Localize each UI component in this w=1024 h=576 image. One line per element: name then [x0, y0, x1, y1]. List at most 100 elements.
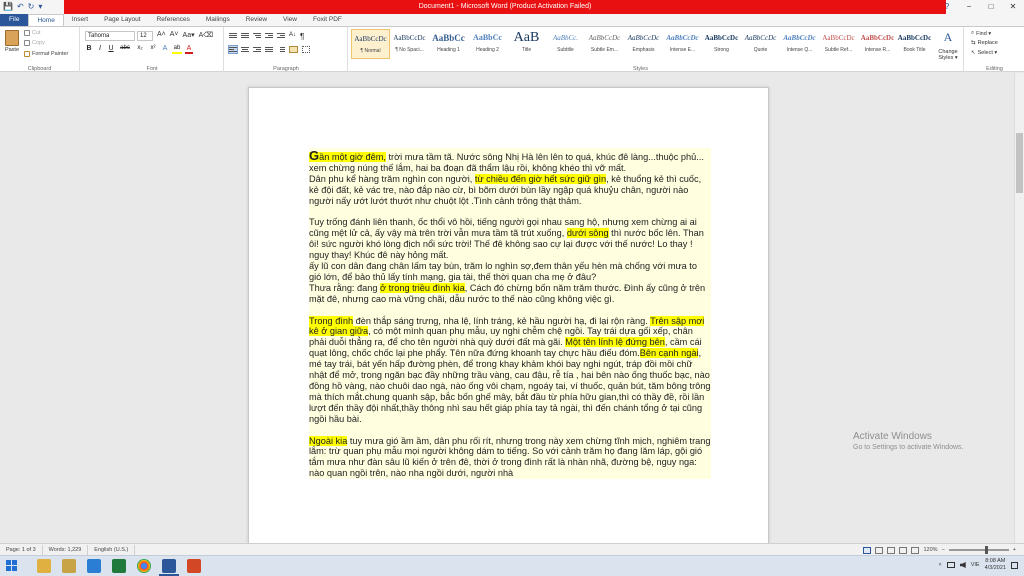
- minimize-button[interactable]: −: [958, 0, 980, 14]
- network-icon[interactable]: [946, 562, 955, 568]
- show-marks-button[interactable]: ¶: [300, 32, 304, 41]
- line-spacing-icon[interactable]: [277, 46, 285, 53]
- bullets-icon[interactable]: [229, 32, 237, 39]
- style-heading-1[interactable]: AaBbCc Heading 1: [429, 29, 468, 59]
- input-language[interactable]: VIE: [971, 562, 980, 568]
- strikethrough-button[interactable]: abc: [118, 45, 132, 54]
- volume-icon[interactable]: [959, 562, 966, 568]
- document-area[interactable]: Gần một giờ đêm, trời mưa tầm tã. Nước s…: [0, 73, 1024, 543]
- clock[interactable]: 8:08 AM 4/3/2021: [985, 558, 1006, 572]
- document-page[interactable]: Gần một giờ đêm, trời mưa tầm tã. Nước s…: [248, 87, 769, 543]
- style-intense-emphasis[interactable]: AaBbCcDc Intense E...: [663, 29, 702, 59]
- powerpoint-icon[interactable]: [187, 559, 201, 573]
- increase-indent-icon[interactable]: [277, 32, 285, 39]
- select-button[interactable]: ↖ Select ▾: [971, 50, 997, 56]
- zoom-slider[interactable]: [948, 546, 1009, 554]
- tab-file[interactable]: File: [0, 14, 29, 26]
- change-case-button[interactable]: Aa▾: [183, 31, 195, 39]
- style-subtitle[interactable]: AaBbCc. Subtitle: [546, 29, 585, 59]
- windows-start-icon[interactable]: [6, 560, 18, 572]
- multilevel-list-icon[interactable]: [253, 32, 261, 39]
- decrease-indent-icon[interactable]: [265, 32, 273, 39]
- text-effects-button[interactable]: A: [161, 45, 169, 54]
- tab-review[interactable]: Review: [238, 14, 275, 26]
- font-size-combo[interactable]: 12: [137, 31, 153, 41]
- align-center-icon[interactable]: [241, 46, 249, 53]
- numbering-icon[interactable]: [241, 32, 249, 39]
- style-intense-reference[interactable]: AaBbCcDc Intense R...: [858, 29, 897, 59]
- superscript-button[interactable]: x²: [148, 45, 158, 54]
- replace-button[interactable]: ⇆ Replace: [971, 40, 998, 46]
- folder-icon[interactable]: [62, 559, 76, 573]
- italic-button[interactable]: I: [96, 45, 104, 54]
- find-button[interactable]: ⌕ Find ▾: [971, 30, 991, 37]
- shading-icon[interactable]: [289, 46, 298, 53]
- close-button[interactable]: ✕: [1002, 0, 1024, 14]
- format-painter-button[interactable]: Format Painter: [24, 51, 68, 57]
- style-emphasis[interactable]: AaBbCcDc Emphasis: [624, 29, 663, 59]
- word-count[interactable]: Words: 1,229: [43, 544, 89, 555]
- clear-formatting-button[interactable]: A⌫: [199, 31, 214, 39]
- file-explorer-icon[interactable]: [37, 559, 51, 573]
- tray-overflow-icon[interactable]: ˄: [938, 562, 941, 568]
- scrollbar-thumb[interactable]: [1016, 133, 1023, 193]
- full-screen-icon[interactable]: [875, 546, 884, 554]
- maximize-button[interactable]: □: [980, 0, 1002, 14]
- style-heading-2[interactable]: AaBbCc Heading 2: [468, 29, 507, 59]
- change-styles-button[interactable]: Change Styles ▾: [934, 49, 962, 61]
- page-count[interactable]: Page: 1 of 3: [0, 544, 43, 555]
- shrink-font-button[interactable]: A˅: [170, 31, 179, 39]
- tab-insert[interactable]: Insert: [64, 14, 96, 26]
- style-title[interactable]: AaB Title: [507, 29, 546, 59]
- help-icon[interactable]: ?: [936, 0, 958, 14]
- cut-button[interactable]: Cut: [24, 30, 41, 36]
- customize-qa-icon[interactable]: ▾: [38, 0, 42, 14]
- excel-icon[interactable]: [112, 559, 126, 573]
- align-left-icon[interactable]: [228, 45, 238, 54]
- change-styles-icon[interactable]: A: [938, 30, 958, 48]
- highlight-button[interactable]: ab: [172, 45, 182, 54]
- zoom-out-button[interactable]: −: [942, 547, 945, 553]
- underline-button[interactable]: U: [107, 45, 115, 54]
- style-subtle-emphasis[interactable]: AaBbCcDc Subtle Em...: [585, 29, 624, 59]
- document-text[interactable]: Gần một giờ đêm, trời mưa tầm tã. Nước s…: [309, 148, 711, 480]
- tab-view[interactable]: View: [275, 14, 305, 26]
- vertical-scrollbar[interactable]: [1014, 73, 1024, 543]
- print-layout-icon[interactable]: [863, 546, 872, 554]
- style-subtle-reference[interactable]: AaBbCcDc Subtle Ref...: [819, 29, 858, 59]
- font-name-combo[interactable]: Tahoma: [85, 31, 135, 41]
- align-right-icon[interactable]: [253, 46, 261, 53]
- style-quote[interactable]: AaBbCcDc Quote: [741, 29, 780, 59]
- subscript-button[interactable]: x₂: [135, 45, 145, 54]
- chrome-icon[interactable]: [137, 559, 151, 573]
- style-intense-quote[interactable]: AaBbCcDc Intense Q...: [780, 29, 819, 59]
- style-book-title[interactable]: AaBbCcDc Book Title: [897, 29, 932, 59]
- paste-button[interactable]: Paste: [3, 30, 21, 56]
- outline-icon[interactable]: [899, 546, 908, 554]
- justify-icon[interactable]: [265, 46, 273, 53]
- language-indicator[interactable]: English (U.S.): [88, 544, 136, 555]
- borders-icon[interactable]: [302, 46, 310, 53]
- font-color-button[interactable]: A: [185, 45, 193, 54]
- save-icon[interactable]: 💾: [3, 0, 13, 14]
- tab-references[interactable]: References: [149, 14, 198, 26]
- sort-button[interactable]: A↓: [289, 32, 296, 41]
- style-no-spacing[interactable]: AaBbCcDc ¶ No Spaci...: [390, 29, 429, 59]
- notification-icon[interactable]: [1011, 561, 1018, 569]
- zoom-level[interactable]: 120%: [923, 547, 937, 553]
- tab-home[interactable]: Home: [28, 14, 64, 26]
- web-layout-icon[interactable]: [887, 546, 896, 554]
- style-normal[interactable]: AaBbCcDc ¶ Normal: [351, 29, 390, 59]
- grow-font-button[interactable]: A˄: [157, 31, 166, 39]
- bold-button[interactable]: B: [85, 45, 93, 54]
- tab-page-layout[interactable]: Page Layout: [96, 14, 149, 26]
- redo-icon[interactable]: ↻: [28, 0, 35, 14]
- word-icon[interactable]: [159, 559, 179, 576]
- zoom-in-button[interactable]: +: [1013, 547, 1016, 553]
- draft-icon[interactable]: [911, 546, 920, 554]
- tab-foxit-pdf[interactable]: Foxit PDF: [305, 14, 350, 26]
- undo-icon[interactable]: ↶: [17, 0, 24, 14]
- tab-mailings[interactable]: Mailings: [198, 14, 238, 26]
- style-strong[interactable]: AaBbCcDc Strong: [702, 29, 741, 59]
- zoom-slider-handle[interactable]: [984, 546, 988, 554]
